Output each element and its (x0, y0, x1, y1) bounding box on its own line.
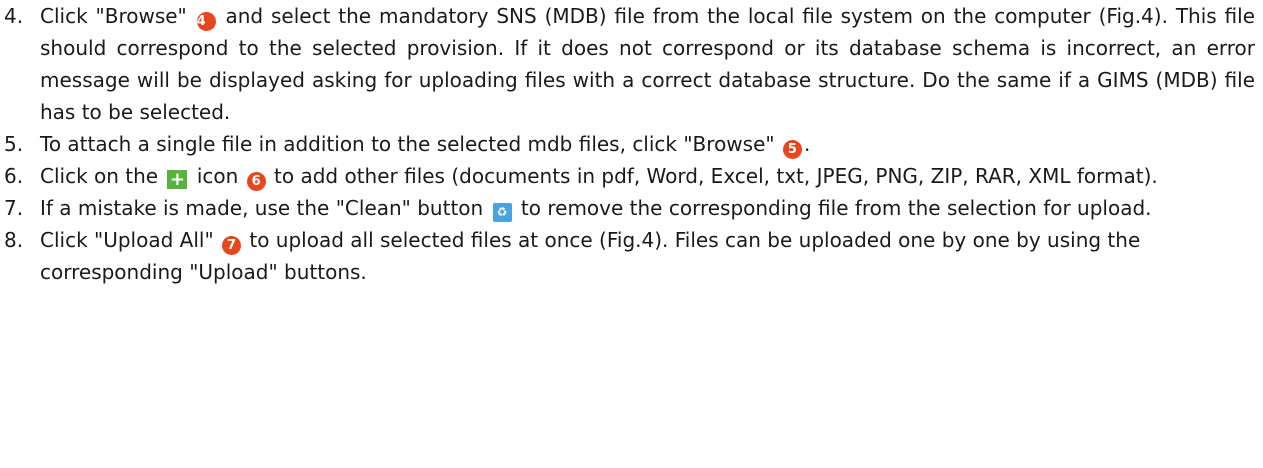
step-text: Click "Browse" (40, 4, 187, 28)
list-item-step-6: 6. Click on the + icon 6 to add other fi… (0, 160, 1263, 192)
list-item-step-7: 7. If a mistake is made, use the "Clean"… (0, 192, 1263, 224)
step-text: If a mistake is made, use the "Clean" bu… (40, 196, 484, 220)
step-number: 7. (4, 196, 24, 220)
list-item-step-5: 5. To attach a single file in addition t… (0, 128, 1263, 160)
list-item-step-8: 8. Click "Upload All" 7 to upload all se… (0, 224, 1263, 288)
step-text: Click "Upload All" (40, 228, 214, 252)
plus-icon: + (167, 170, 188, 189)
callout-marker-5: 5 (782, 140, 802, 159)
step-text: icon (196, 164, 239, 188)
recycle-icon: ♻ (492, 203, 512, 222)
step-text: to remove the corresponding file from th… (520, 196, 1152, 220)
step-text: to add other files (documents in pdf, Wo… (274, 164, 1158, 188)
step-text: To attach a single file in addition to t… (40, 132, 775, 156)
step-number: 8. (4, 228, 24, 252)
callout-marker-4: 4 (196, 12, 216, 31)
step-text: . (803, 132, 811, 156)
list-item-step-4: 4. Click "Browse" 4 and select the manda… (0, 0, 1263, 128)
step-text: and select the mandatory SNS (MDB) file … (40, 4, 1256, 124)
callout-marker-7: 7 (222, 236, 242, 255)
steps-list: 4. Click "Browse" 4 and select the manda… (0, 0, 1263, 288)
step-number: 6. (4, 164, 24, 188)
callout-marker-6: 6 (246, 172, 266, 191)
step-number: 4. (4, 4, 24, 28)
step-text: Click on the (40, 164, 159, 188)
step-number: 5. (4, 132, 24, 156)
instruction-document: 4. Click "Browse" 4 and select the manda… (0, 0, 1263, 288)
